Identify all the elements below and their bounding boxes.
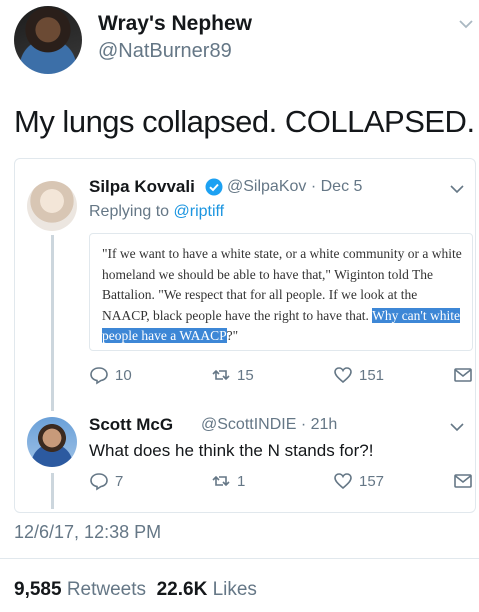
article-text-end: ?"	[226, 328, 239, 343]
chevron-down-icon[interactable]	[449, 419, 465, 435]
reply1-meta: @SilpaKov · Dec 5	[227, 178, 362, 196]
reply2-display-name[interactable]: Scott McG	[89, 415, 173, 435]
replying-to-label: Replying to	[89, 203, 170, 220]
reply1-date[interactable]: Dec 5	[321, 178, 363, 195]
reply2-text: What does he think the N stands for?!	[89, 441, 374, 460]
retweet-count: 15	[237, 366, 254, 384]
reply-count: 10	[115, 366, 132, 384]
likes-label[interactable]: Likes	[213, 579, 257, 600]
chevron-down-icon[interactable]	[449, 181, 465, 197]
reply-icon	[90, 473, 108, 491]
like-count: 157	[359, 472, 385, 490]
tweet-header: Wray's Nephew @NatBurner89	[14, 6, 474, 76]
envelope-icon	[454, 474, 472, 488]
reply1-actions: 10 15 151	[89, 365, 473, 387]
retweet-button[interactable]: 1	[211, 471, 245, 491]
retweet-icon	[212, 475, 230, 487]
reply1-display-name[interactable]: Silpa Kovvali	[89, 177, 195, 197]
heart-icon	[334, 367, 352, 384]
dm-button[interactable]	[453, 365, 473, 385]
heart-icon	[334, 473, 352, 490]
thread-line	[51, 473, 54, 509]
reply2-handle[interactable]: @ScottINDIE	[201, 416, 296, 433]
thread-line	[51, 235, 54, 411]
retweets-count[interactable]: 9,585	[14, 579, 62, 600]
retweet-count: 1	[237, 472, 246, 490]
reply1-handle[interactable]: @SilpaKov	[227, 178, 306, 195]
dm-button[interactable]	[453, 471, 473, 491]
meta-separator: ·	[310, 178, 317, 195]
reply-button[interactable]: 10	[89, 365, 132, 385]
replying-to-handle[interactable]: @riptiff	[174, 203, 225, 220]
author-display-name[interactable]: Wray's Nephew	[98, 12, 252, 36]
reply2-actions: 7 1 157	[89, 471, 473, 493]
reply2-date[interactable]: 21h	[311, 416, 338, 433]
envelope-icon	[454, 368, 472, 382]
retweet-icon	[212, 369, 230, 381]
tweet-text: My lungs collapsed. COLLAPSED.	[14, 104, 475, 139]
reply2-avatar[interactable]	[27, 417, 77, 467]
tweet-timestamp[interactable]: 12/6/17, 12:38 PM	[14, 522, 161, 543]
reply-count: 7	[115, 472, 124, 490]
verified-badge-icon	[205, 178, 223, 196]
tweet-stats: 9,585 Retweets 22.6K Likes	[14, 579, 257, 601]
reply2-meta: @ScottINDIE · 21h	[201, 416, 337, 434]
article-text: "If we want to have a white state, or a …	[102, 244, 462, 347]
chevron-down-icon[interactable]	[458, 16, 474, 32]
author-handle[interactable]: @NatBurner89	[98, 40, 232, 63]
like-count: 151	[359, 366, 385, 384]
like-button[interactable]: 157	[333, 471, 384, 491]
author-avatar[interactable]	[14, 6, 82, 74]
divider	[0, 558, 479, 559]
retweets-label[interactable]: Retweets	[67, 579, 146, 600]
meta-separator: ·	[300, 416, 307, 433]
reply-icon	[90, 367, 108, 385]
likes-count[interactable]: 22.6K	[157, 579, 208, 600]
retweet-button[interactable]: 15	[211, 365, 254, 385]
like-button[interactable]: 151	[333, 365, 384, 385]
article-screenshot[interactable]: "If we want to have a white state, or a …	[89, 233, 473, 351]
reply1-avatar[interactable]	[27, 181, 77, 231]
quoted-thread-card[interactable]: Silpa Kovvali @SilpaKov · Dec 5 Replying…	[14, 158, 476, 513]
replying-to: Replying to @riptiff	[89, 203, 224, 221]
reply-button[interactable]: 7	[89, 471, 123, 491]
